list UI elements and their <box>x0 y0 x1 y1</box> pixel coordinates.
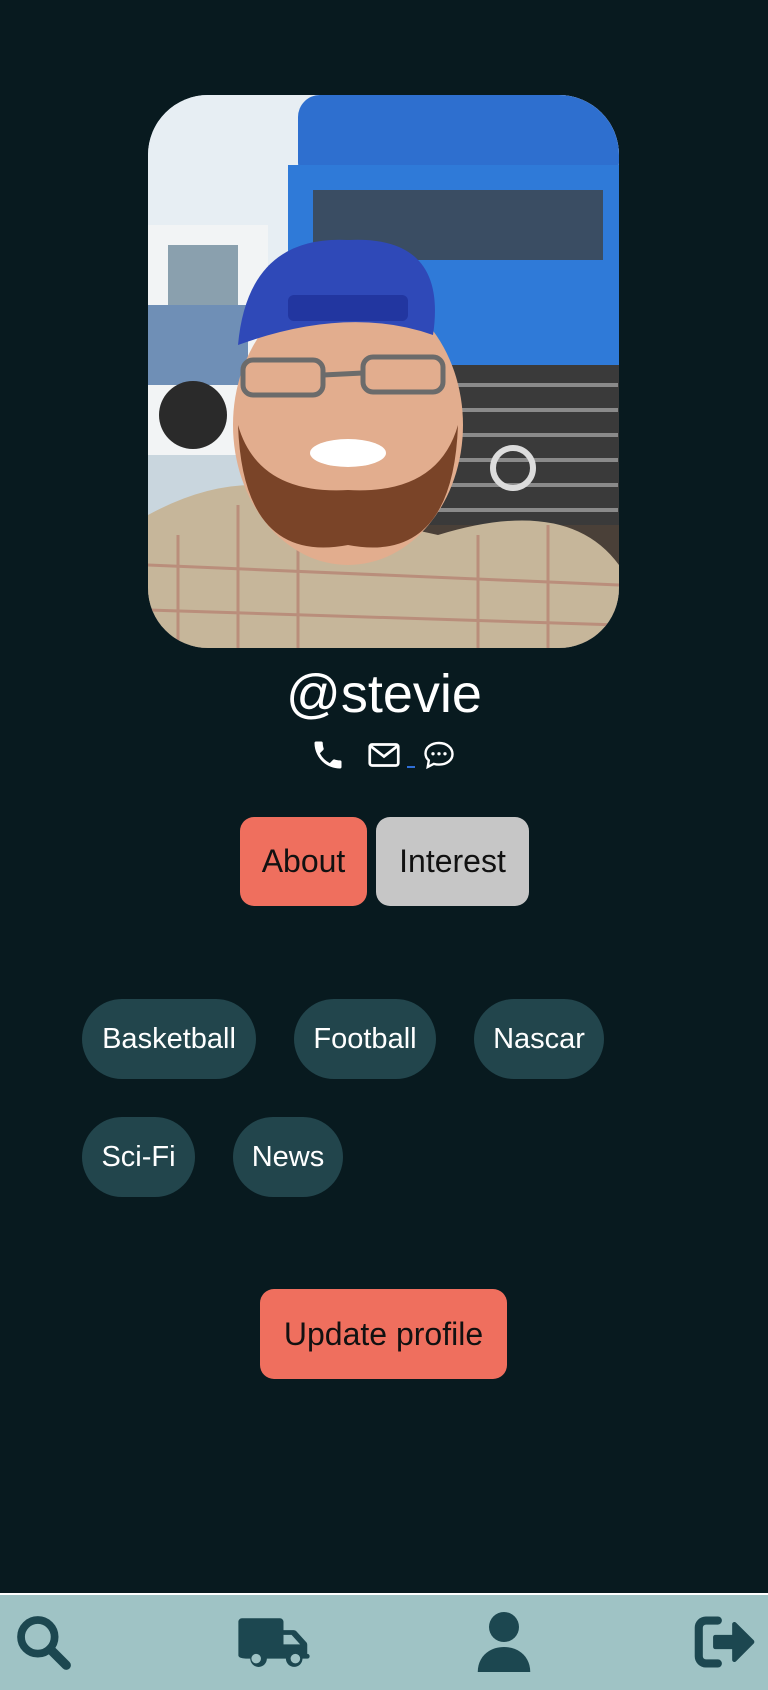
interest-chip-nascar: Nascar <box>474 999 604 1079</box>
tab-about[interactable]: About <box>240 817 367 906</box>
interest-chip-news: News <box>233 1117 343 1197</box>
interest-chip-football: Football <box>294 999 436 1079</box>
envelope-icon[interactable] <box>366 737 402 773</box>
interest-chip-sci-fi: Sci-Fi <box>82 1117 195 1197</box>
user-icon[interactable] <box>474 1609 534 1675</box>
chat-bubble-icon[interactable] <box>421 737 457 773</box>
contact-actions <box>0 737 768 773</box>
search-icon[interactable] <box>12 1609 74 1675</box>
phone-icon[interactable] <box>310 737 346 773</box>
tab-interest[interactable]: Interest <box>376 817 529 906</box>
truck-icon[interactable] <box>236 1609 312 1675</box>
username: @stevie <box>286 664 482 724</box>
link-underline <box>407 766 415 768</box>
bottom-nav <box>0 1593 768 1690</box>
profile-photo <box>148 95 619 648</box>
update-profile-button[interactable]: Update profile <box>260 1289 507 1379</box>
interest-chip-basketball: Basketball <box>82 999 256 1079</box>
sign-out-icon[interactable] <box>694 1609 756 1675</box>
